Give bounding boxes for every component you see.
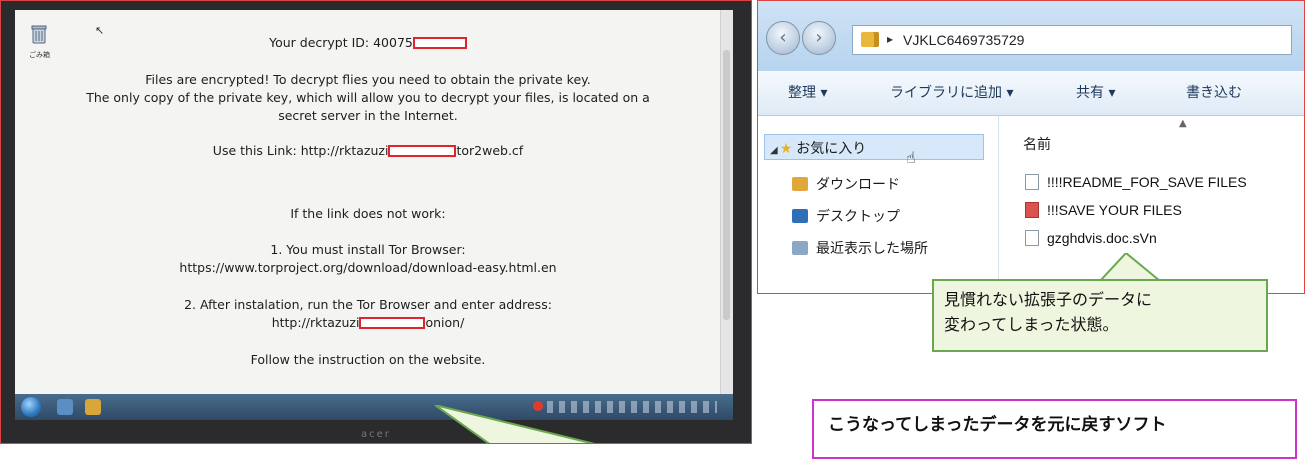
note-line-1: Files are encrypted! To decrypt flies yo… [145,72,591,87]
start-button[interactable] [21,397,41,417]
step-2-text: 2. After instalation, run the Tor Browse… [184,297,552,312]
callout-text-line: 変わってしまった状態。 [944,315,1119,334]
decrypt-id-line: Your decrypt ID: 40075 [15,35,721,50]
sidebar-item-downloads[interactable]: ダウンロード [792,174,900,194]
share-menu[interactable]: 共有 ▾ [1076,82,1115,102]
sidebar-item-recent-places[interactable]: 最近表示した場所 [792,238,928,258]
tor-download-url: https://www.torproject.org/download/down… [179,260,557,275]
burn-button[interactable]: 書き込む [1186,82,1242,102]
organize-menu[interactable]: 整理 ▾ [788,82,827,102]
blank-file-icon [1025,230,1039,246]
file-row[interactable]: gzghdvis.doc.sVn [1025,230,1157,246]
downloads-folder-icon [792,177,808,191]
sort-indicator-icon: ▲ [1179,118,1187,129]
folder-taskbar-icon[interactable] [85,399,101,415]
recent-places-icon [792,241,808,255]
add-to-library-menu[interactable]: ライブラリに追加 ▾ [890,82,1013,102]
folder-icon [861,32,879,47]
note-scrollbar[interactable] [720,10,733,394]
address-bar-area: ‹ › ▸ VJKLC6469735729 [758,1,1304,71]
scrollbar-thumb[interactable] [723,50,730,320]
explorer-window: ‹ › ▸ VJKLC6469735729 整理 ▾ ライブラリに追加 ▾ 共有… [757,0,1305,294]
expand-arrow-icon[interactable]: ◢ [770,145,778,156]
redacted-box [359,317,426,329]
recovery-software-callout: こうなってしまったデータを元に戻すソフト [812,399,1297,459]
navigation-pane: ◢ ★ お気に入り ☝ ダウンロード デスクトップ 最近表示した場所 [758,116,999,293]
extension-changed-callout: 見慣れない拡張子のデータに 変わってしまった状態。 [932,279,1268,352]
html-file-icon [1025,202,1039,218]
explorer-toolbar: 整理 ▾ ライブラリに追加 ▾ 共有 ▾ 書き込む [758,71,1304,116]
hand-cursor-icon: ☝ [906,148,916,167]
breadcrumb-arrow-icon[interactable]: ▸ [887,32,893,46]
sidebar-item-favorites[interactable]: ◢ ★ お気に入り [770,138,866,158]
sidebar-item-desktop[interactable]: デスクトップ [792,206,900,226]
file-row[interactable]: !!!!README_FOR_SAVE FILES [1025,174,1247,190]
ie-taskbar-icon[interactable] [57,399,73,415]
back-button[interactable]: ‹ [766,21,800,55]
windows-taskbar [15,394,733,420]
desktop-icon [792,209,808,223]
ransom-screen-photo: ごみ箱 ↖ Your decrypt ID: 40075 Files are e… [0,0,752,444]
callout-text-line: 見慣れない拡張子のデータに [944,290,1153,309]
callout-pointer-shape [434,405,596,443]
recycle-bin-label: ごみ箱 [29,52,50,59]
link-fallback-heading: If the link does not work: [290,206,446,221]
monitor-brand-logo: acer [361,429,391,440]
follow-instruction-text: Follow the instruction on the website. [250,352,486,367]
note-line-2: The only copy of the private key, which … [86,90,650,105]
star-icon: ★ [779,141,793,157]
text-file-icon [1025,174,1039,190]
address-field[interactable]: ▸ VJKLC6469735729 [852,25,1292,55]
name-column-header[interactable]: 名前 [1023,134,1051,154]
step-1-text: 1. You must install Tor Browser: [270,242,466,257]
ransom-note-window: ごみ箱 ↖ Your decrypt ID: 40075 Files are e… [15,10,733,394]
note-line-3: secret server in the Internet. [278,108,458,123]
redacted-box [412,37,467,49]
address-path: VJKLC6469735729 [903,32,1025,48]
onion-address-line: http://rktazuzi onion/ [271,315,465,330]
file-row[interactable]: !!!SAVE YOUR FILES [1025,202,1182,218]
tor2web-link-line[interactable]: Use this Link: http://rktazuzi tor2web.cf [15,143,721,158]
redacted-box [388,145,457,157]
forward-button[interactable]: › [802,21,836,55]
